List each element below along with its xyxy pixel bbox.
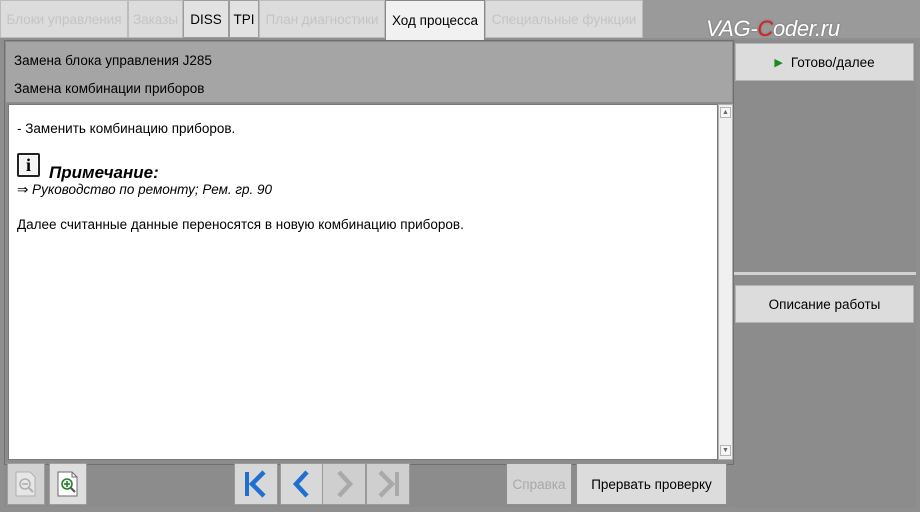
- zoom-in-button[interactable]: [49, 463, 87, 505]
- help-button[interactable]: Справка: [506, 463, 572, 505]
- done-next-label: Готово/далее: [790, 54, 875, 70]
- tab-orders[interactable]: Заказы: [128, 0, 183, 38]
- zoom-out-icon: [15, 471, 36, 497]
- previous-button[interactable]: [280, 463, 324, 505]
- content-area: - Заменить комбинацию приборов. i Примеч…: [8, 104, 718, 460]
- repair-manual-link[interactable]: ⇒ Руководство по ремонту; Рем. гр. 90: [17, 182, 272, 198]
- tab-bar: Блоки управления Заказы DISS TPI План ди…: [0, 0, 920, 41]
- done-next-button[interactable]: ▶ Готово/далее: [735, 43, 914, 81]
- first-page-button[interactable]: [234, 463, 278, 505]
- zoom-out-button[interactable]: [7, 463, 45, 505]
- abort-test-button[interactable]: Прервать проверку: [576, 463, 727, 505]
- page-subtitle: Замена комбинации приборов: [14, 81, 205, 96]
- scroll-down-icon[interactable]: ▼: [720, 445, 731, 456]
- chevron-right-icon: [337, 470, 354, 498]
- note-title: Примечание:: [49, 163, 159, 182]
- page-title: Замена блока управления J285: [14, 53, 212, 68]
- tab-diagnostic-plan[interactable]: План диагностики: [259, 0, 385, 38]
- scroll-up-icon[interactable]: ▲: [720, 107, 731, 118]
- info-icon: i: [17, 153, 40, 177]
- brand-watermark: VAG-Coder.ru: [706, 16, 840, 41]
- work-description-button[interactable]: Описание работы: [735, 285, 914, 323]
- work-description-label: Описание работы: [768, 296, 881, 312]
- tab-control-units[interactable]: Блоки управления: [0, 0, 128, 38]
- paragraph-text: Далее считанные данные переносятся в нов…: [17, 217, 464, 232]
- last-page-button[interactable]: [366, 463, 410, 505]
- next-button[interactable]: [322, 463, 366, 505]
- instruction-text: - Заменить комбинацию приборов.: [17, 121, 236, 136]
- action-sidebar: ▶ Готово/далее Описание работы: [734, 40, 916, 508]
- skip-first-icon: [245, 470, 266, 498]
- skip-last-icon: [378, 470, 399, 498]
- tab-tpi[interactable]: TPI: [229, 0, 259, 38]
- tab-special-functions[interactable]: Специальные функции: [485, 0, 643, 38]
- tab-process[interactable]: Ход процесса: [385, 0, 485, 40]
- main-panel: Замена блока управления J285 Замена комб…: [4, 40, 734, 465]
- tab-diss[interactable]: DISS: [183, 0, 229, 38]
- play-icon: ▶: [774, 56, 783, 69]
- chevron-left-icon: [292, 470, 309, 498]
- vertical-scrollbar[interactable]: ▲ ▼: [718, 104, 733, 460]
- panel-divider: [734, 272, 916, 275]
- title-area: Замена блока управления J285 Замена комб…: [6, 42, 732, 102]
- zoom-in-icon: [57, 471, 78, 497]
